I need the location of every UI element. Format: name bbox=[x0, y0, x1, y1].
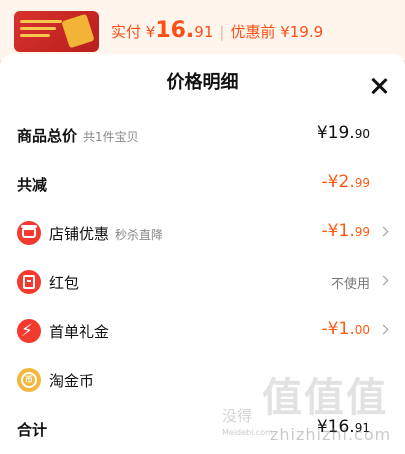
chevron-right-icon bbox=[378, 275, 389, 286]
chevron-right-icon bbox=[378, 324, 389, 335]
goods-count: 共1件宝贝 bbox=[83, 130, 139, 144]
shop-discount-text: 店铺优惠 bbox=[49, 225, 110, 243]
first-order-gift-label: 首单礼金 bbox=[49, 323, 110, 341]
actual-price-cents: 91 bbox=[194, 23, 214, 41]
close-icon[interactable] bbox=[368, 75, 390, 97]
order-summary-bar: 实付 ¥16.91 | 优惠前 ¥19.9 bbox=[0, 0, 405, 60]
price-detail-sheet: 价格明细 商品总价 共1件宝贝 ¥19.90 共减 -¥2.99 店铺优惠 秒杀直降… bbox=[0, 54, 405, 454]
goods-total-value: ¥19.90 bbox=[317, 123, 370, 143]
grand-total-integer: ¥16. bbox=[316, 417, 355, 437]
goods-total-cents: 90 bbox=[354, 127, 370, 141]
before-discount-price: 优惠前 ¥19.9 bbox=[230, 23, 324, 41]
product-thumbnail bbox=[14, 11, 99, 52]
shop-discount-sub: 秒杀直降 bbox=[115, 228, 164, 242]
grand-total-value: ¥16.91 bbox=[317, 417, 370, 437]
thumbnail-stripe bbox=[20, 20, 62, 23]
chevron-right-icon bbox=[378, 226, 389, 237]
row-first-order-gift[interactable]: ⚡ 首单礼金 -¥1.00 bbox=[0, 312, 405, 352]
goods-total-text: 商品总价 bbox=[17, 127, 78, 145]
total-discount-integer: -¥2. bbox=[321, 172, 355, 192]
actual-price-label: 实付 ¥ bbox=[111, 23, 156, 41]
sheet-title: 价格明细 bbox=[166, 72, 239, 93]
red-packet-value: 不使用 bbox=[330, 277, 370, 292]
thumbnail-stripe bbox=[20, 34, 50, 37]
goods-total-label: 商品总价 共1件宝贝 bbox=[17, 125, 139, 146]
red-packet-label: 红包 bbox=[49, 274, 80, 292]
red-packet-icon bbox=[17, 270, 41, 294]
grand-total-cents: 91 bbox=[354, 421, 370, 435]
total-discount-cents: 99 bbox=[354, 176, 370, 190]
row-shop-discount[interactable]: 店铺优惠 秒杀直降 -¥1.99 bbox=[0, 214, 405, 254]
goods-total-integer: ¥19. bbox=[316, 123, 355, 143]
shop-discount-value: -¥1.99 bbox=[322, 221, 370, 241]
first-order-gift-value: -¥1.00 bbox=[322, 319, 370, 339]
thumbnail-stripe bbox=[20, 27, 56, 30]
row-red-packet[interactable]: 红包 不使用 bbox=[0, 263, 405, 303]
price-separator: | bbox=[219, 23, 225, 41]
row-goods-total: 商品总价 共1件宝贝 ¥19.90 bbox=[0, 116, 405, 156]
first-order-gift-cents: 00 bbox=[354, 323, 370, 337]
shop-icon bbox=[17, 221, 41, 245]
lightning-icon: ⚡ bbox=[17, 319, 41, 343]
actual-price-line: 实付 ¥16.91 | 优惠前 ¥19.9 bbox=[111, 18, 323, 43]
row-grand-total: 合计 ¥16.91 bbox=[0, 410, 405, 450]
row-taojinbi[interactable]: 币 淘金币 bbox=[0, 361, 405, 401]
grand-total-label: 合计 bbox=[17, 421, 48, 439]
row-total-discount: 共减 -¥2.99 bbox=[0, 165, 405, 205]
actual-price-integer: 16. bbox=[155, 18, 195, 43]
total-discount-label: 共减 bbox=[17, 176, 48, 194]
shop-discount-label: 店铺优惠 秒杀直降 bbox=[49, 223, 163, 244]
total-discount-value: -¥2.99 bbox=[322, 172, 370, 192]
taojinbi-label: 淘金币 bbox=[49, 372, 95, 390]
coin-icon: 币 bbox=[17, 368, 41, 392]
fries-image bbox=[61, 13, 95, 49]
first-order-gift-integer: -¥1. bbox=[321, 319, 355, 339]
shop-discount-cents: 99 bbox=[354, 225, 370, 239]
shop-discount-integer: -¥1. bbox=[321, 221, 355, 241]
